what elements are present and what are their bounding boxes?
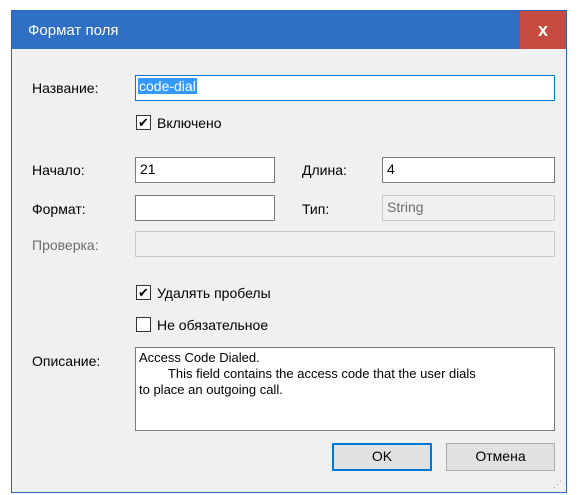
cancel-button[interactable]: Отмена (446, 443, 555, 471)
check-label: Проверка: (32, 237, 99, 253)
length-input[interactable]: 4 (382, 157, 555, 183)
trim-spaces-label: Удалять пробелы (157, 285, 271, 301)
description-label: Описание: (32, 353, 101, 369)
checkmark-icon: ✔ (138, 115, 149, 130)
type-field: String (382, 195, 555, 221)
start-input[interactable]: 21 (135, 157, 275, 183)
format-field-dialog: Формат поля x Название: code-dial ✔ Вклю… (11, 10, 567, 493)
enabled-checkbox[interactable]: ✔ (136, 115, 151, 130)
format-input[interactable] (135, 195, 275, 221)
title-bar[interactable]: Формат поля x (12, 11, 566, 49)
resize-grip-icon[interactable]: ⋰ (553, 479, 563, 489)
optional-checkbox[interactable] (136, 317, 151, 332)
name-input[interactable]: code-dial (135, 75, 555, 101)
enabled-label: Включено (157, 115, 222, 131)
checkmark-icon: ✔ (138, 285, 149, 300)
close-icon: x (537, 20, 548, 40)
start-label: Начало: (32, 162, 85, 178)
optional-label: Не обязательное (157, 317, 269, 333)
ok-button[interactable]: OK (332, 443, 432, 471)
description-textarea[interactable]: Access Code Dialed. This field contains … (135, 347, 555, 431)
trim-spaces-checkbox[interactable]: ✔ (136, 285, 151, 300)
format-label: Формат: (32, 201, 86, 217)
window-title: Формат поля (28, 22, 119, 39)
close-button[interactable]: x (520, 11, 566, 49)
name-label: Название: (32, 80, 99, 96)
name-input-value: code-dial (138, 78, 197, 94)
type-label: Тип: (302, 201, 330, 217)
check-field (135, 231, 555, 257)
length-label: Длина: (302, 162, 347, 178)
